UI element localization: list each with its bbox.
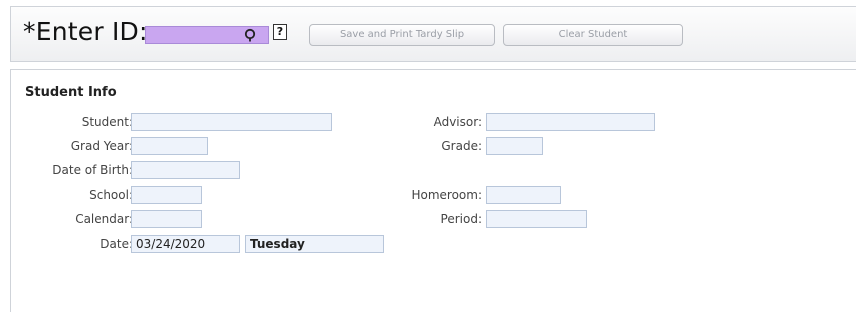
day-field: Tuesday [245,235,384,253]
date-field: 03/24/2020 [131,235,240,253]
grade-label: Grade: [441,139,482,153]
section-title: Student Info [25,85,117,100]
period-field [486,210,587,228]
school-field [131,186,202,204]
advisor-label: Advisor: [433,115,482,129]
toolbar: *Enter ID: ? Save and Print Tardy Slip C… [10,6,856,62]
homeroom-label: Homeroom: [411,188,482,202]
search-icon[interactable] [244,27,258,42]
calendar-field [131,210,202,228]
enter-id-label: *Enter ID: [23,17,148,46]
calendar-label: Calendar: [75,212,133,226]
date-label: Date: [100,237,133,251]
date-of-birth-label: Date of Birth: [52,163,133,177]
period-label: Period: [440,212,482,226]
homeroom-field [486,186,561,204]
grad-year-field [131,137,208,155]
advisor-field [486,113,655,131]
student-label: Student: [81,115,133,129]
date-of-birth-field [131,161,240,179]
grad-year-label: Grad Year: [70,139,133,153]
student-info-panel: Student Info Student: Grad Year: Date of… [10,69,856,312]
grade-field [486,137,543,155]
student-field [131,113,332,131]
school-label: School: [89,188,133,202]
help-icon[interactable]: ? [273,24,287,40]
clear-student-button[interactable]: Clear Student [503,24,683,46]
save-print-tardy-button[interactable]: Save and Print Tardy Slip [309,24,495,46]
